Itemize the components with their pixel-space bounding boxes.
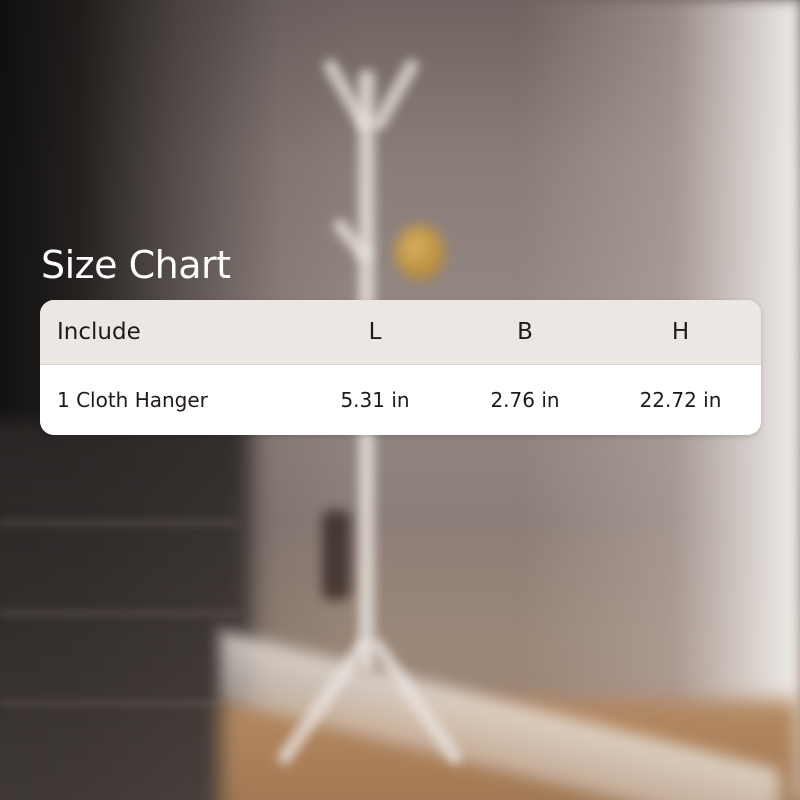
table-header-row: Include L B H: [40, 300, 761, 365]
page-title: Size Chart: [41, 243, 231, 287]
table-row: 1 Cloth Hanger 5.31 in 2.76 in 22.72 in: [40, 365, 761, 435]
column-header-length: L: [368, 319, 382, 345]
column-header-height: H: [671, 319, 690, 345]
cell-length: 5.31 in: [340, 388, 410, 412]
size-table: Include L B H 1 Cloth Hanger 5.31 in 2.7…: [40, 300, 761, 435]
column-header-breadth: B: [517, 319, 533, 345]
coat-rack-bag: [322, 510, 350, 600]
cell-height: 22.72 in: [639, 388, 722, 412]
coat-rack-hat: [395, 225, 445, 280]
background-dresser-line: [0, 520, 240, 526]
cell-breadth: 2.76 in: [490, 388, 560, 412]
column-header-include: Include: [57, 319, 141, 345]
cell-include: 1 Cloth Hanger: [57, 388, 208, 412]
size-chart-canvas: Size Chart Include L B H 1 Cloth Hanger …: [0, 0, 800, 800]
background-dresser-line: [0, 700, 240, 706]
background-dresser-line: [0, 610, 240, 616]
